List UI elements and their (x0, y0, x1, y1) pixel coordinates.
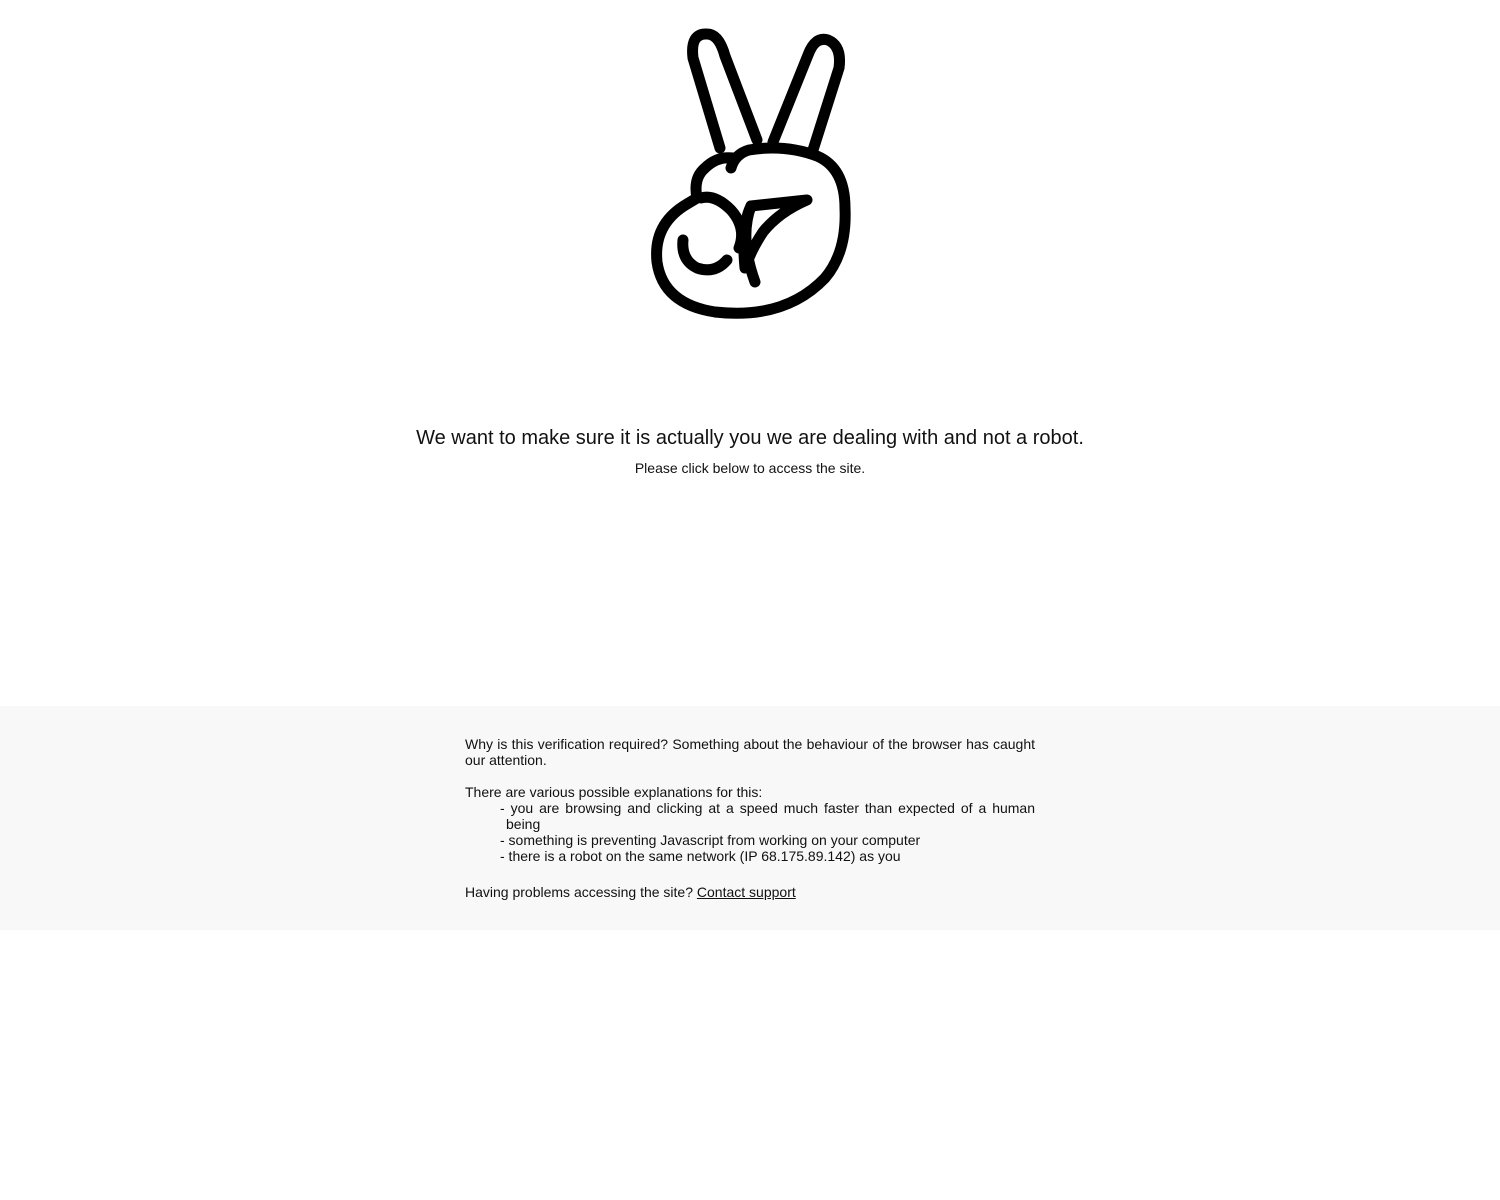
explanations-intro: There are various possible explanations … (465, 784, 763, 800)
reason-list: - you are browsing and clicking at a spe… (465, 800, 1035, 864)
info-content: Why is this verification required? Somet… (465, 736, 1035, 900)
support-line: Having problems accessing the site? Cont… (465, 884, 1035, 900)
list-item: - there is a robot on the same network (… (500, 848, 901, 864)
page-heading: We want to make sure it is actually you … (416, 427, 1084, 449)
peace-hand-icon (651, 28, 851, 319)
verification-page: We want to make sure it is actually you … (0, 0, 1500, 1200)
why-verification-text: Why is this verification required? Somet… (465, 736, 1035, 768)
verification-info-panel: Why is this verification required? Somet… (0, 706, 1500, 930)
contact-support-link[interactable]: Contact support (697, 884, 796, 900)
list-item: - you are browsing and clicking at a spe… (500, 800, 1035, 832)
problems-text: Having problems accessing the site? (465, 884, 694, 900)
list-item: - something is preventing Javascript fro… (500, 832, 921, 848)
access-instruction: Please click below to access the site. (634, 460, 866, 476)
